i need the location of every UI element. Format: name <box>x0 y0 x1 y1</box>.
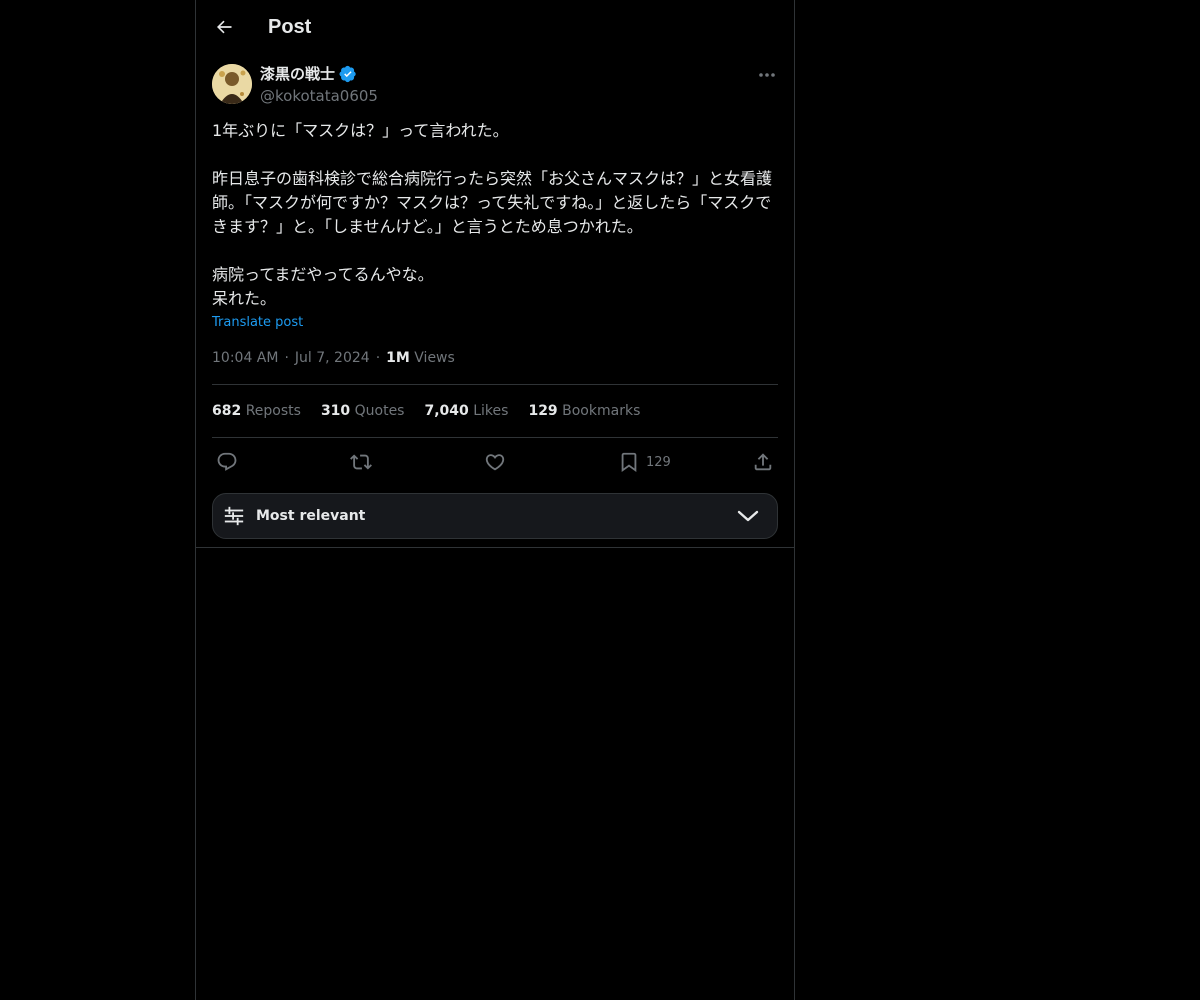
quotes-count: 310 <box>320 403 351 419</box>
bookmark-count: 129 <box>646 454 671 470</box>
engagement-stats: 682 Reposts 310 Quotes 7,040 Likes 129 B… <box>212 401 640 421</box>
tweet-time[interactable]: 10:04 AM <box>212 348 278 368</box>
verified-badge-icon <box>339 65 356 83</box>
divider <box>212 384 778 385</box>
meta-separator: · <box>375 350 381 366</box>
header: Post <box>196 0 794 54</box>
bookmarks-label: Bookmarks <box>562 403 641 419</box>
likes-label: Likes <box>473 403 509 419</box>
tweet-text: 1年ぶりに「マスクは？」って言われた。 昨日息子の歯科検診で総合病院行ったら突然… <box>212 121 773 308</box>
reply-sort-dropdown[interactable]: Most relevant <box>212 493 778 539</box>
reply-button[interactable] <box>216 450 238 474</box>
repost-icon <box>350 454 372 470</box>
stat-bookmarks[interactable]: 129 Bookmarks <box>528 401 640 421</box>
bookmark-button[interactable]: 129 <box>618 450 671 474</box>
section-divider <box>196 547 794 548</box>
views: 1M Views <box>386 348 455 368</box>
views-label: Views <box>414 350 455 366</box>
reposts-count: 682 <box>212 403 242 419</box>
quotes-label: Quotes <box>354 403 405 419</box>
author-name-row[interactable]: 漆黒の戦士 <box>260 64 357 84</box>
more-icon <box>759 73 775 77</box>
meta-separator: · <box>284 350 289 366</box>
views-count: 1M <box>386 350 410 366</box>
reply-icon <box>217 452 237 471</box>
back-button[interactable] <box>210 13 238 41</box>
avatar-image <box>212 64 252 104</box>
sliders-icon <box>224 506 244 526</box>
like-button[interactable] <box>484 450 506 474</box>
main-column: Post 漆黒の戦士 @kokotata0605 1年ぶりに「マスクは？」って言… <box>195 0 795 1000</box>
back-arrow-icon <box>217 20 232 34</box>
stat-quotes[interactable]: 310 Quotes <box>321 401 405 421</box>
like-icon <box>485 454 505 471</box>
share-icon <box>754 453 772 471</box>
tweet-meta: 10:04 AM · Jul 7, 2024 · 1M Views <box>212 348 455 368</box>
tweet-date[interactable]: Jul 7, 2024 <box>295 348 370 368</box>
avatar[interactable] <box>212 64 252 104</box>
chevron-down-icon <box>737 510 759 522</box>
likes-count: 7,040 <box>424 403 469 419</box>
author-handle[interactable]: @kokotata0605 <box>260 86 378 106</box>
sort-label: Most relevant <box>256 508 366 524</box>
stat-likes[interactable]: 7,040 Likes <box>424 401 508 421</box>
bookmarks-count: 129 <box>528 403 558 419</box>
author-display-name[interactable]: 漆黒の戦士 <box>260 64 335 84</box>
repost-button[interactable] <box>350 450 372 474</box>
page-title: Post <box>268 16 312 38</box>
reposts-label: Reposts <box>245 403 301 419</box>
more-options-button[interactable] <box>754 65 780 85</box>
share-button[interactable] <box>752 450 774 474</box>
bookmark-icon <box>621 452 637 473</box>
translate-post-link[interactable]: Translate post <box>212 314 303 332</box>
divider <box>212 437 778 438</box>
stat-reposts[interactable]: 682 Reposts <box>212 401 301 421</box>
